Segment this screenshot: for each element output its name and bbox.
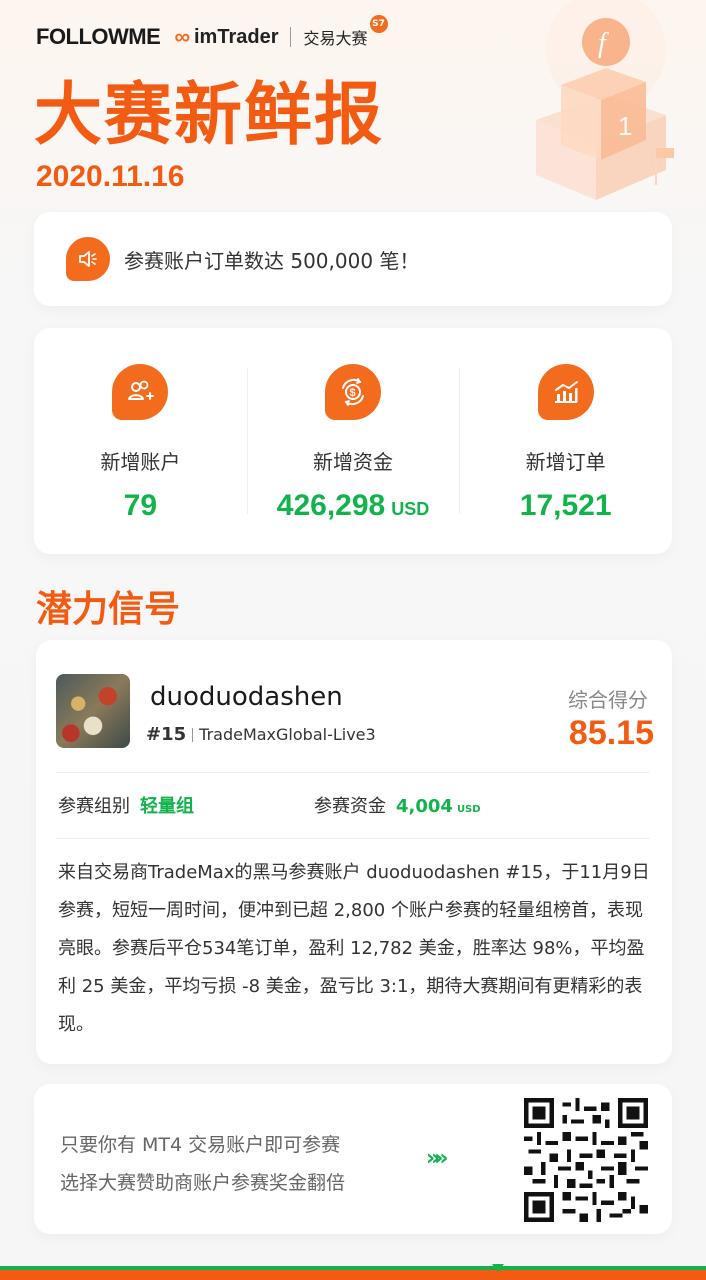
- group-value: 轻量组: [140, 796, 194, 817]
- footer-text: 只要你有 MT4 交易账户即可参赛 选择大赛赞助商账户参赛奖金翻倍: [60, 1126, 345, 1202]
- money-flow-icon: $: [325, 364, 381, 420]
- stat-new-funds: $ 新增资金 426,298 USD: [246, 328, 460, 554]
- signal-description: 来自交易商TradeMax的黑马参赛账户 duoduodashen #15，于1…: [58, 862, 650, 1035]
- stat-new-orders: 新增订单 17,521: [459, 328, 672, 554]
- bottom-marker: [492, 1264, 504, 1272]
- signal-card[interactable]: duoduodashen #15 TradeMaxGlobal-Live3 综合…: [36, 640, 672, 1064]
- divider: [56, 838, 650, 839]
- svg-text:1: 1: [618, 111, 632, 141]
- stat-unit: USD: [391, 499, 430, 519]
- group-label: 参赛组别: [58, 796, 130, 817]
- rank-number: #15: [146, 724, 187, 745]
- chart-icon: [537, 364, 594, 420]
- contest-fund: 参赛资金 4,004 USD: [314, 792, 481, 818]
- stats-card: 新增账户 79 $ 新增资金 426,298 USD 新增订单 17,521: [34, 328, 672, 554]
- svg-text:$: $: [350, 387, 356, 399]
- footer-line-1: 只要你有 MT4 交易账户即可参赛: [60, 1134, 341, 1156]
- followme-logo: FOLLOWME: [36, 24, 161, 49]
- brand-logos: FOLLOWME ∞ imTrader 交易大赛 S7: [36, 15, 388, 52]
- header: FOLLOWME ∞ imTrader 交易大赛 S7 大赛新鲜报 2020.1…: [0, 0, 706, 210]
- rank-divider: [192, 727, 194, 742]
- fund-label: 参赛资金: [314, 796, 386, 817]
- stat-label: 新增订单: [525, 450, 606, 474]
- trader-rank: #15 TradeMaxGlobal-Live3: [146, 724, 376, 745]
- notice-card: 参赛账户订单数达 500,000 笔！: [34, 212, 672, 306]
- imtrader-label: imTrader: [194, 25, 279, 48]
- season-badge: S7: [369, 15, 388, 33]
- contest-text: 交易大赛: [303, 29, 368, 48]
- add-users-icon: [112, 364, 169, 420]
- page-title: 大赛新鲜报: [34, 76, 385, 155]
- score-value: 85.15: [568, 714, 654, 752]
- avatar[interactable]: [56, 674, 130, 748]
- broker-account: TradeMaxGlobal-Live3: [199, 725, 376, 744]
- stat-value: 79: [124, 489, 157, 523]
- stat-number: 79: [123, 489, 158, 522]
- double-arrow-icon: »»: [426, 1146, 449, 1171]
- qr-code[interactable]: [520, 1094, 652, 1226]
- fund-unit: USD: [456, 804, 481, 815]
- bottom-bar: [0, 1266, 706, 1280]
- contest-group: 参赛组别 轻量组: [58, 792, 194, 818]
- fund-value: 4,004: [396, 796, 453, 817]
- imtrader-logo: ∞ imTrader: [174, 24, 278, 50]
- score-label: 综合得分: [568, 688, 648, 712]
- stat-label: 新增资金: [313, 450, 393, 474]
- divider: [56, 772, 650, 773]
- footer-card: 只要你有 MT4 交易账户即可参赛 选择大赛赞助商账户参赛奖金翻倍 »»: [34, 1084, 672, 1234]
- stat-label: 新增账户: [100, 450, 181, 474]
- stat-value: 426,298 USD: [277, 489, 429, 523]
- logo-divider: [290, 27, 292, 47]
- infinity-icon: ∞: [174, 24, 190, 49]
- speaker-icon: [66, 237, 110, 281]
- section-title: 潜力信号: [36, 589, 181, 630]
- notice-text: 参赛账户订单数达 500,000 笔！: [124, 248, 420, 273]
- footer-line-2: 选择大赛赞助商账户参赛奖金翻倍: [60, 1172, 346, 1194]
- trader-name[interactable]: duoduodashen: [150, 682, 343, 712]
- contest-label: 交易大赛 S7: [303, 15, 388, 49]
- stat-number: 426,298: [276, 489, 386, 522]
- stat-new-accounts: 新增账户 79: [34, 328, 247, 554]
- stat-value: 17,521: [520, 489, 612, 523]
- podium-illustration: 1 f: [536, 0, 674, 200]
- stat-number: 17,521: [519, 489, 612, 522]
- report-date: 2020.11.16: [36, 160, 185, 193]
